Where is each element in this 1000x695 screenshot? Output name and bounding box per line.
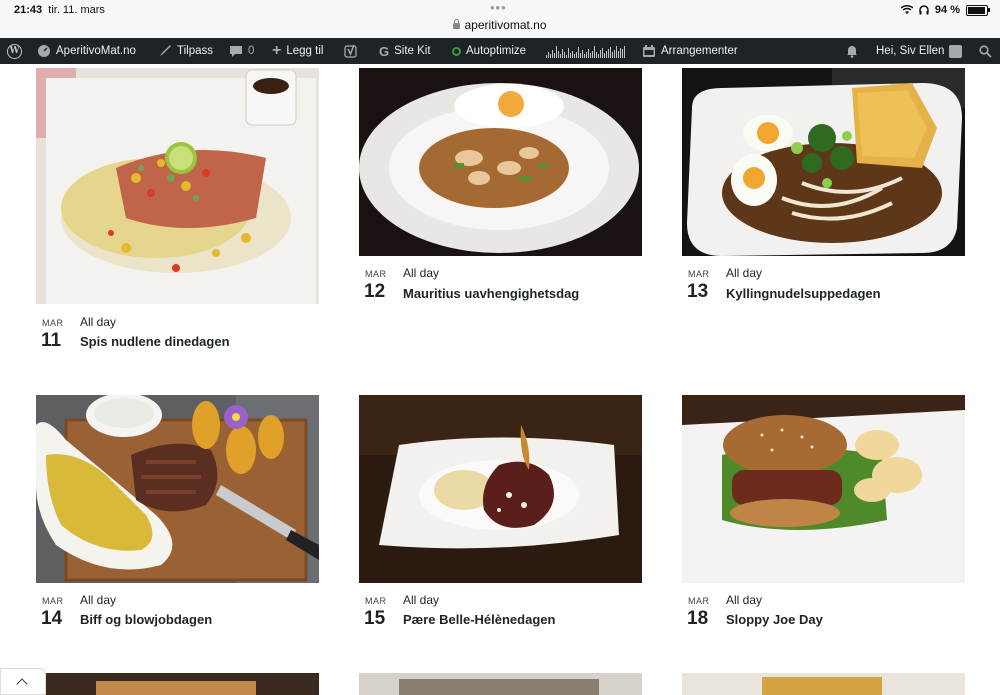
event-allday: All day [80, 593, 117, 607]
autoptimize-label: Autoptimize [466, 45, 527, 57]
event-allday: All day [726, 266, 763, 280]
paintbrush-icon [160, 45, 171, 56]
address-url: aperitivomat.no [464, 18, 547, 32]
event-image[interactable] [36, 68, 319, 304]
events-menu[interactable]: Arrangementer [642, 38, 738, 64]
event-month: MAR [42, 318, 64, 328]
event-title-link[interactable]: Pære Belle-Hélènedagen [403, 612, 555, 627]
status-indicators: 94 % [900, 4, 990, 16]
customize-link[interactable]: Tilpass [158, 38, 213, 64]
wordpress-logo-icon: W [7, 43, 22, 59]
status-time: 21:43 [14, 4, 43, 16]
wifi-icon [900, 5, 913, 14]
comments-count: 0 [248, 45, 255, 57]
autoptimize-menu[interactable]: Autoptimize [452, 38, 526, 64]
event-day: 12 [364, 281, 386, 302]
event-image[interactable] [682, 68, 965, 256]
search-toggle[interactable] [979, 38, 992, 64]
event-title-link[interactable]: Sloppy Joe Day [726, 612, 823, 627]
event-month: MAR [42, 596, 64, 606]
status-time-date: 21:43 tir. 11. mars [14, 4, 105, 16]
site-kit-label: Site Kit [394, 45, 431, 57]
event-image[interactable] [36, 673, 319, 695]
event-allday: All day [80, 315, 117, 329]
event-image[interactable] [682, 395, 965, 583]
battery-percent: 94 % [934, 4, 960, 16]
plus-icon: + [272, 42, 282, 59]
bell-icon [847, 46, 857, 58]
event-allday: All day [403, 266, 440, 280]
event-title-link[interactable]: Spis nudlene dinedagen [80, 334, 230, 349]
site-name-menu[interactable]: AperitivoMat.no [37, 38, 136, 64]
avatar [949, 44, 963, 58]
dashboard-gauge-icon [38, 45, 50, 57]
event-image[interactable] [36, 395, 319, 583]
multitask-dots-icon[interactable]: ••• [490, 0, 507, 15]
notifications-menu[interactable] [845, 38, 859, 64]
event-day: 14 [41, 608, 63, 629]
comments-link[interactable]: 0 [229, 38, 254, 64]
event-day: 15 [364, 608, 386, 629]
event-image[interactable] [359, 673, 642, 695]
google-g-icon: G [379, 43, 390, 59]
event-title-link[interactable]: Biff og blowjobdagen [80, 612, 212, 627]
search-icon [979, 44, 992, 58]
customize-label: Tilpass [177, 45, 213, 57]
scroll-to-top-button[interactable] [0, 668, 46, 695]
event-title-link[interactable]: Mauritius uavhengighetsdag [403, 286, 579, 301]
event-month: MAR [688, 596, 710, 606]
event-day: 13 [687, 281, 709, 302]
event-image[interactable] [359, 395, 642, 583]
battery-icon [966, 4, 990, 16]
lock-icon [453, 19, 461, 29]
wp-logo-menu[interactable]: W [7, 38, 22, 64]
headphones-icon [919, 5, 929, 15]
event-image[interactable] [359, 68, 642, 256]
account-menu[interactable]: Hei, Siv Ellen [876, 38, 963, 64]
event-allday: All day [403, 593, 440, 607]
site-name-label: AperitivoMat.no [56, 45, 136, 57]
event-title-link[interactable]: Kyllingnudelsuppedagen [726, 286, 881, 301]
calendar-icon [643, 45, 655, 57]
stats-sparkline[interactable] [546, 38, 625, 64]
yoast-icon [344, 44, 357, 58]
traffic-sparkline-icon [546, 44, 625, 58]
new-content-menu[interactable]: + Legg til [272, 38, 323, 64]
yoast-seo-menu[interactable] [344, 38, 358, 64]
comment-bubble-icon [230, 45, 242, 57]
account-greeting: Hei, Siv Ellen [876, 45, 945, 57]
event-day: 18 [687, 608, 709, 629]
site-kit-menu[interactable]: G Site Kit [379, 38, 431, 64]
device-status-bar: 21:43 tir. 11. mars ••• aperitivomat.no … [0, 0, 1000, 38]
event-month: MAR [365, 269, 387, 279]
events-label: Arrangementer [661, 45, 738, 57]
event-month: MAR [688, 269, 710, 279]
status-date: tir. 11. mars [48, 4, 105, 16]
address-bar[interactable]: aperitivomat.no [0, 18, 1000, 32]
wp-admin-bar: W AperitivoMat.no Tilpass 0 + Legg til G… [0, 38, 1000, 64]
event-month: MAR [365, 596, 387, 606]
new-content-label: Legg til [286, 45, 324, 57]
status-dot-icon [452, 46, 461, 56]
event-image[interactable] [682, 673, 965, 695]
event-day: 11 [41, 330, 62, 351]
event-allday: All day [726, 593, 763, 607]
